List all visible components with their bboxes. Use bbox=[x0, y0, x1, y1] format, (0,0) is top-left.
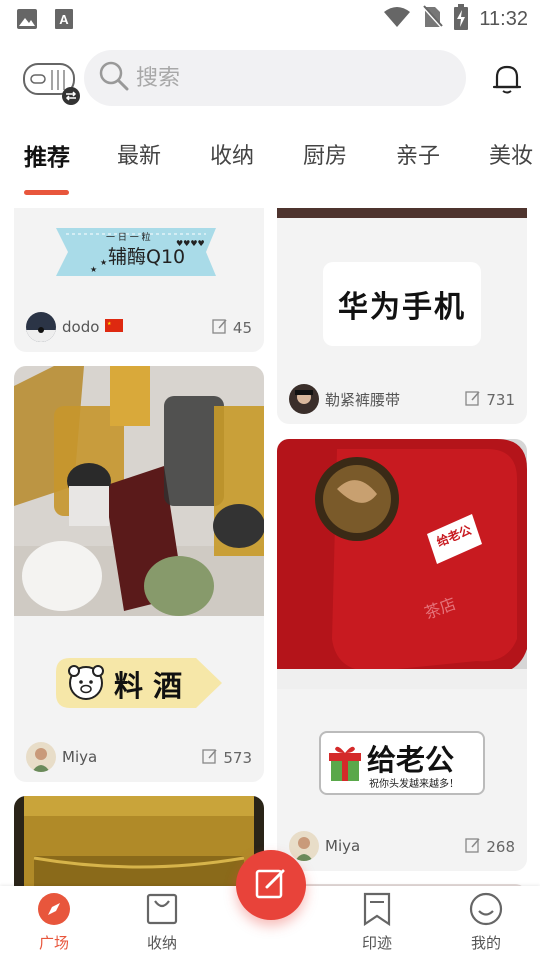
nav-label: 印迹 bbox=[361, 934, 392, 952]
author[interactable]: 勒紧裤腰带 bbox=[289, 384, 400, 414]
clock: 11:32 bbox=[479, 7, 528, 30]
feed-card[interactable]: 华为手机 勒紧裤腰带 731 bbox=[277, 208, 527, 424]
image-icon bbox=[16, 8, 38, 34]
avatar bbox=[26, 312, 56, 342]
label-text: 辅酶Q10 bbox=[108, 246, 186, 268]
author-name: 勒紧裤腰带 bbox=[325, 390, 401, 409]
battery-charging-icon bbox=[453, 4, 469, 34]
feed-card[interactable] bbox=[14, 796, 264, 886]
label-text: 华为手机 bbox=[338, 290, 466, 325]
gift-icon bbox=[329, 743, 361, 787]
count-value: 268 bbox=[486, 838, 515, 856]
avatar bbox=[289, 831, 319, 861]
tab-kitchen[interactable]: 厨房 bbox=[303, 138, 347, 170]
author-name: Miya bbox=[62, 748, 98, 766]
search-input[interactable] bbox=[136, 65, 436, 91]
search-bar[interactable] bbox=[84, 50, 466, 106]
svg-text:★: ★ bbox=[100, 258, 107, 267]
bookmark-icon bbox=[342, 892, 412, 930]
wifi-icon bbox=[383, 6, 411, 32]
author-name: Miya bbox=[325, 837, 361, 855]
post-count: 573 bbox=[202, 748, 252, 768]
feed-grid: ★ ★ ♥♥♥♥ 一 日 一 粒 辅酶Q10 dodo ★ 45 华为手机 勒紧… bbox=[0, 208, 540, 886]
svg-text:A: A bbox=[59, 12, 69, 27]
nav-plaza[interactable]: 广场 bbox=[19, 892, 89, 953]
bag-icon bbox=[127, 892, 197, 930]
edit-icon bbox=[202, 748, 218, 768]
notification-button[interactable] bbox=[490, 62, 524, 96]
photo-top bbox=[277, 208, 527, 218]
nav-mine[interactable]: 我的 bbox=[451, 892, 521, 953]
post-count: 45 bbox=[212, 318, 252, 338]
edit-icon bbox=[254, 866, 288, 904]
feed-card[interactable]: 料 酒 Miya 573 bbox=[14, 366, 264, 782]
post-count: 731 bbox=[465, 390, 515, 410]
count-value: 45 bbox=[232, 319, 252, 337]
tab-storage[interactable]: 收纳 bbox=[210, 138, 254, 170]
tab-family[interactable]: 亲子 bbox=[396, 138, 440, 170]
nav-storage[interactable]: 收纳 bbox=[127, 892, 197, 953]
label-text: 给老公 bbox=[367, 743, 455, 777]
nav-label: 广场 bbox=[38, 934, 69, 952]
label-text: 料 酒 bbox=[114, 669, 183, 703]
feed-card[interactable]: 给老公 茶店 给老公 祝你头发越来越多！ Miya 268 bbox=[277, 439, 527, 871]
smile-icon bbox=[451, 892, 521, 930]
compass-icon bbox=[19, 892, 89, 930]
create-post-button[interactable] bbox=[236, 850, 306, 920]
tab-beauty[interactable]: 美妆 bbox=[489, 138, 533, 170]
count-value: 731 bbox=[486, 391, 515, 409]
post-count: 268 bbox=[465, 837, 515, 857]
avatar bbox=[26, 742, 56, 772]
svg-text:★: ★ bbox=[107, 321, 112, 327]
search-icon bbox=[98, 60, 130, 96]
nav-label: 收纳 bbox=[146, 934, 177, 952]
count-value: 573 bbox=[223, 749, 252, 767]
nav-traces[interactable]: 印迹 bbox=[342, 892, 412, 953]
app-root: A 11:32 搜索 推荐 最新 收纳 厨房 亲子 美妆 ★ ★ ♥♥♥♥ 一 … bbox=[0, 0, 540, 960]
nav-label: 我的 bbox=[470, 934, 501, 952]
font-icon: A bbox=[54, 8, 74, 34]
post-photo: 给老公 茶店 bbox=[277, 439, 527, 689]
edit-icon bbox=[465, 390, 481, 410]
label-sticker: 华为手机 bbox=[323, 262, 481, 346]
category-tabs: 推荐 最新 收纳 厨房 亲子 美妆 bbox=[0, 128, 540, 198]
post-photo bbox=[14, 796, 264, 886]
flag-icon: ★ bbox=[105, 318, 124, 336]
edit-icon bbox=[212, 318, 228, 338]
author[interactable]: Miya bbox=[26, 742, 97, 772]
bell-icon bbox=[490, 65, 524, 100]
feed-card[interactable]: ★ ★ ♥♥♥♥ 一 日 一 粒 辅酶Q10 dodo ★ 45 bbox=[14, 208, 264, 352]
label-sticker: 料 酒 bbox=[56, 658, 222, 708]
avatar bbox=[289, 384, 319, 414]
label-small-text: 祝你头发越来越多！ bbox=[369, 779, 459, 790]
author-name: dodo bbox=[62, 318, 100, 336]
top-bar bbox=[0, 44, 540, 114]
no-sim-icon bbox=[421, 5, 444, 33]
active-tab-indicator bbox=[24, 190, 69, 195]
tab-recommend[interactable]: 推荐 bbox=[24, 138, 70, 172]
svg-text:★: ★ bbox=[90, 265, 97, 274]
author[interactable]: Miya bbox=[289, 831, 360, 861]
switch-scanner-button[interactable] bbox=[22, 60, 80, 108]
tab-latest[interactable]: 最新 bbox=[117, 138, 161, 170]
status-bar: A 11:32 bbox=[0, 0, 540, 38]
label-sticker: ★ ★ ♥♥♥♥ 一 日 一 粒 辅酶Q10 bbox=[56, 226, 222, 278]
author[interactable]: dodo ★ bbox=[26, 312, 124, 342]
post-photo bbox=[14, 366, 264, 616]
label-sticker: 给老公 祝你头发越来越多！ bbox=[319, 731, 485, 795]
edit-icon bbox=[465, 837, 481, 857]
